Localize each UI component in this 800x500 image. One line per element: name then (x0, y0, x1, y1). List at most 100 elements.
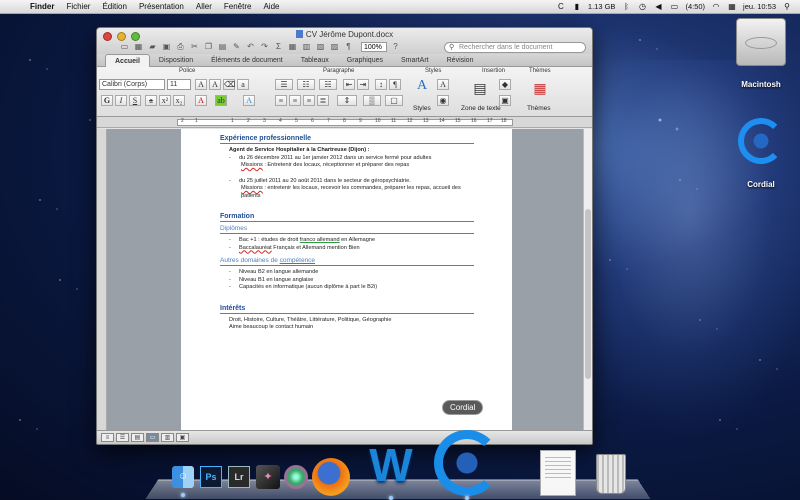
scroll-thumb[interactable] (585, 209, 591, 379)
title-bar[interactable]: CV Jérôme Dupont.docx ▭ ▦ ▰ ▣ ⎙ ✂ ❐ ▤ ✎ … (97, 28, 592, 54)
textbox-caption[interactable]: Zone de texte (461, 105, 501, 112)
timemachine-icon[interactable]: ◷ (637, 2, 647, 11)
multilevel-icon[interactable]: ☵ (319, 79, 337, 90)
font-size-select[interactable]: 11 (167, 79, 191, 90)
document-page[interactable]: Expérience professionnelle Agent de Serv… (181, 129, 512, 430)
zoom-select[interactable]: 100% (361, 41, 387, 52)
tab-graphiques[interactable]: Graphiques (338, 54, 392, 67)
align-left-icon[interactable]: ≡ (275, 95, 287, 106)
highlight-icon[interactable]: ab (215, 95, 227, 106)
draft-view-button[interactable]: ≡ (101, 433, 114, 442)
wifi-icon[interactable]: ◠ (711, 2, 721, 11)
sum-icon[interactable]: Σ (273, 41, 284, 52)
bluetooth-icon[interactable]: ᛒ (621, 2, 631, 11)
photo-app-icon[interactable] (284, 465, 308, 489)
tab-disposition[interactable]: Disposition (150, 54, 202, 67)
publishing-view-button[interactable]: ▤ (131, 433, 144, 442)
text-effects-icon[interactable]: A (243, 95, 255, 106)
desktop-cordial[interactable]: Cordial (728, 118, 794, 189)
media-icon[interactable]: ▨ (329, 41, 340, 52)
grow-font-icon[interactable]: A (195, 79, 207, 90)
menu-edition[interactable]: Édition (96, 2, 132, 11)
tab-revision[interactable]: Révision (438, 54, 483, 67)
table-icon[interactable]: ▦ (287, 41, 298, 52)
format-painter-icon[interactable]: ✎ (231, 41, 242, 52)
volume-icon[interactable]: ◀ (653, 2, 663, 11)
document-stack-icon[interactable] (540, 450, 576, 496)
photoshop-icon[interactable]: Ps (200, 466, 222, 488)
finder-icon[interactable]: ☺ (172, 466, 194, 488)
paste-icon[interactable]: ▤ (217, 41, 228, 52)
italic-icon[interactable]: I (115, 95, 127, 106)
clear-format-icon[interactable]: ⌫ (223, 79, 235, 90)
indent-icon[interactable]: ⇥ (357, 79, 369, 90)
picture-icon[interactable]: ▣ (499, 95, 511, 106)
pilcrow-icon[interactable]: ¶ (343, 41, 354, 52)
columns-icon[interactable]: ▥ (301, 41, 312, 52)
font-color-icon[interactable]: A (195, 95, 207, 106)
textbox-icon[interactable]: ▤ (469, 79, 491, 97)
tab-tableaux[interactable]: Tableaux (292, 54, 338, 67)
themes-caption[interactable]: Thèmes (527, 105, 550, 112)
battery-icon[interactable]: ▭ (669, 2, 679, 11)
themes-gallery-icon[interactable]: ▦ (529, 79, 551, 97)
menu-fichier[interactable]: Fichier (60, 2, 96, 11)
memory-icon[interactable]: ▮ (572, 2, 582, 11)
numbering-icon[interactable]: ☷ (297, 79, 315, 90)
help-icon[interactable]: ? (390, 41, 401, 52)
sort-icon[interactable]: ↕ (375, 79, 387, 90)
undo-icon[interactable]: ↶ (245, 41, 256, 52)
tab-smartart[interactable]: SmartArt (392, 54, 438, 67)
change-case-icon[interactable]: a (237, 79, 249, 90)
word-icon[interactable]: W (360, 434, 422, 496)
outdent-icon[interactable]: ⇤ (343, 79, 355, 90)
new-icon[interactable]: ▭ (119, 41, 130, 52)
firefox-icon[interactable] (312, 458, 350, 496)
sidebar-icon[interactable]: ▧ (315, 41, 326, 52)
tab-accueil[interactable]: Accueil (105, 53, 150, 67)
shapes-icon[interactable]: ◆ (499, 79, 511, 90)
font-name-select[interactable]: Calibri (Corps) (99, 79, 165, 90)
underline-icon[interactable]: S (129, 95, 141, 106)
cut-icon[interactable]: ✂ (189, 41, 200, 52)
memory-readout[interactable]: 1.13 GB (588, 2, 616, 11)
menu-aller[interactable]: Aller (190, 2, 218, 11)
shading-icon[interactable]: ▒ (363, 95, 381, 106)
styles-gallery-icon[interactable]: A (411, 77, 433, 95)
vertical-ruler[interactable] (97, 129, 107, 430)
battery-time[interactable]: (4:50) (685, 2, 705, 11)
outline-view-button[interactable]: ☰ (116, 433, 129, 442)
cordial-menu-icon[interactable]: C (556, 2, 566, 11)
bullets-icon[interactable]: ☰ (275, 79, 293, 90)
superscript-icon[interactable]: x² (159, 95, 171, 106)
redo-icon[interactable]: ↷ (259, 41, 270, 52)
notebook-view-button[interactable]: ▥ (161, 433, 174, 442)
justify-icon[interactable]: ≣ (317, 95, 329, 106)
clock[interactable]: jeu. 10:53 (743, 2, 776, 11)
shrink-font-icon[interactable]: A (209, 79, 221, 90)
search-input[interactable]: ⚲ Rechercher dans le document (444, 42, 586, 53)
spotlight-icon[interactable]: ⚲ (782, 2, 792, 11)
styles-caption[interactable]: Styles (413, 105, 431, 112)
tab-elements[interactable]: Éléments de document (202, 54, 292, 67)
desktop-hd-macintosh[interactable]: Macintosh (728, 18, 794, 89)
cordial-dock-icon[interactable] (434, 430, 500, 496)
lightroom-icon[interactable]: Lr (228, 466, 250, 488)
horizontal-ruler[interactable]: 2 1 1 2 3 4 5 6 7 8 9 10 11 12 13 14 15 … (97, 117, 592, 128)
menu-aide[interactable]: Aide (257, 2, 285, 11)
print-layout-button[interactable]: ▭ (146, 433, 159, 442)
line-spacing-icon[interactable]: ⇕ (337, 95, 357, 106)
fullscreen-view-button[interactable]: ▣ (176, 433, 189, 442)
show-marks-icon[interactable]: ¶ (389, 79, 401, 90)
save-icon[interactable]: ▣ (161, 41, 172, 52)
borders-icon[interactable]: ▢ (385, 95, 403, 106)
strike-icon[interactable]: a (145, 95, 157, 106)
menu-fenetre[interactable]: Fenêtre (218, 2, 258, 11)
copy-icon[interactable]: ❐ (203, 41, 214, 52)
menu-finder[interactable]: Finder (24, 2, 60, 11)
styles-pane-icon[interactable]: A (437, 79, 449, 90)
align-right-icon[interactable]: ≡ (303, 95, 315, 106)
final-cut-icon[interactable]: ✦ (256, 465, 280, 489)
change-styles-icon[interactable]: ◉ (437, 95, 449, 106)
menu-presentation[interactable]: Présentation (133, 2, 190, 11)
